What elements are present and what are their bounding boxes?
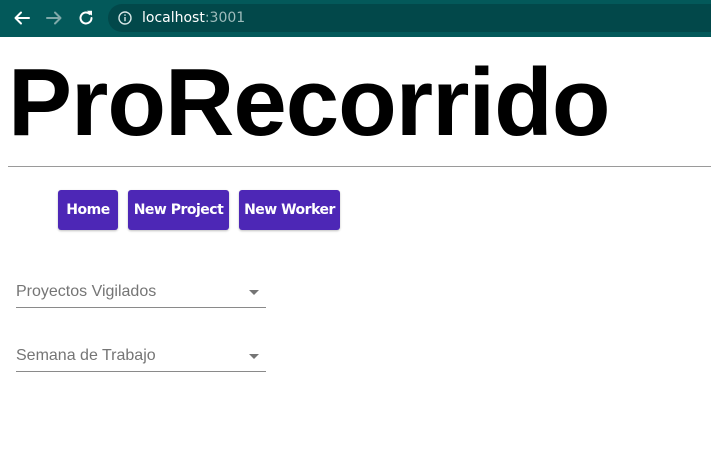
back-icon[interactable]: [10, 6, 34, 30]
new-project-button[interactable]: New Project: [128, 190, 229, 230]
url-text: localhost:3001: [142, 10, 245, 26]
dropdown-arrow-icon: [249, 290, 259, 295]
home-button[interactable]: Home: [58, 190, 118, 230]
page-title: ProRecorrido: [8, 49, 610, 156]
new-worker-button[interactable]: New Worker: [239, 190, 340, 230]
forward-icon[interactable]: [42, 6, 66, 30]
address-bar[interactable]: localhost:3001: [108, 4, 711, 32]
projects-select-label: Proyectos Vigilados: [16, 283, 157, 300]
title-divider: [8, 166, 711, 167]
url-host: localhost: [142, 10, 205, 26]
reload-icon[interactable]: [74, 6, 98, 30]
browser-toolbar: localhost:3001: [0, 0, 711, 37]
info-icon[interactable]: [118, 11, 132, 25]
projects-select[interactable]: Proyectos Vigilados: [16, 278, 266, 308]
dropdown-arrow-icon: [249, 354, 259, 359]
url-port: :3001: [204, 10, 246, 26]
week-select[interactable]: Semana de Trabajo: [16, 342, 266, 372]
week-select-label: Semana de Trabajo: [16, 347, 156, 364]
